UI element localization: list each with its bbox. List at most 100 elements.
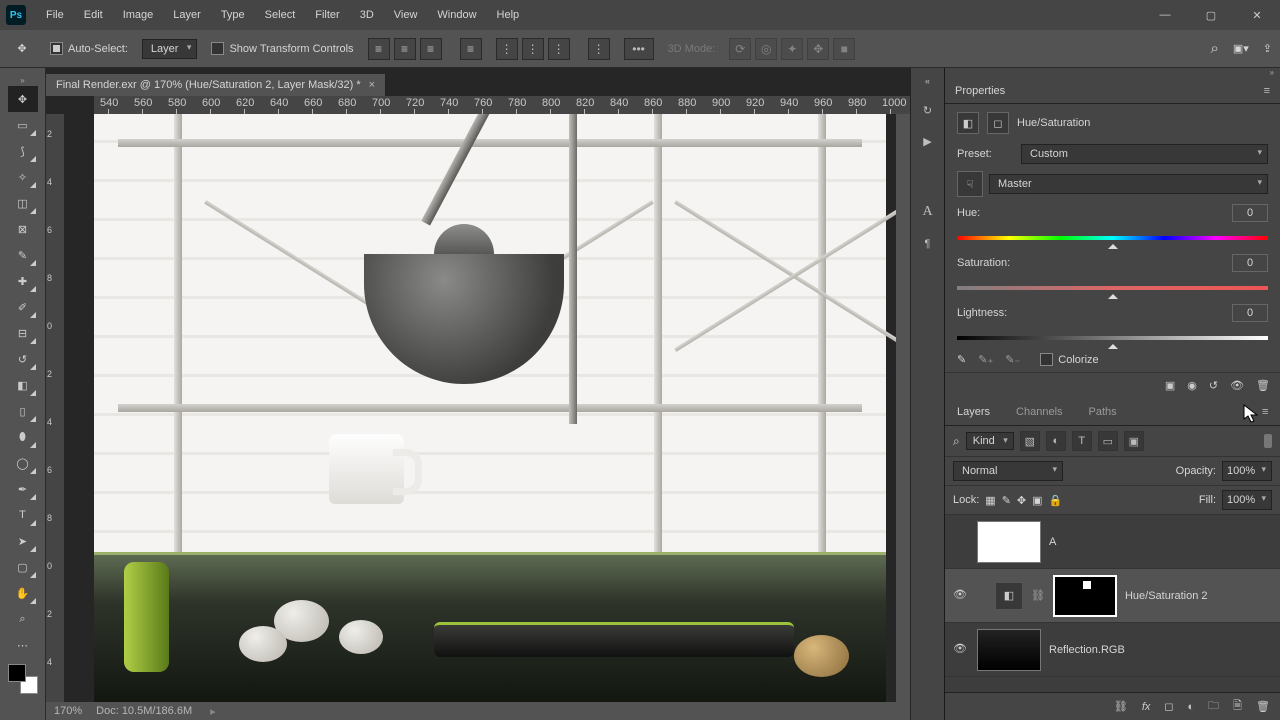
info-chevron-icon[interactable]: ▸ — [210, 705, 216, 718]
channel-dropdown[interactable]: Master — [989, 174, 1268, 194]
eyedropper-sub-icon[interactable]: ✎₋ — [1005, 353, 1020, 366]
menu-file[interactable]: File — [36, 5, 74, 25]
clip-to-layer-icon[interactable]: ▣ — [1165, 379, 1175, 392]
filter-pixel-icon[interactable]: ▧ — [1020, 431, 1040, 451]
layer-name[interactable]: A — [1049, 536, 1056, 548]
layer-row[interactable]: 👁 Reflection.RGB — [945, 623, 1280, 677]
tool-eyedropper[interactable]: ✎ — [8, 242, 38, 268]
colorize-checkbox[interactable]: Colorize — [1040, 353, 1098, 366]
history-panel-icon[interactable]: ↻ — [923, 104, 932, 117]
menu-select[interactable]: Select — [255, 5, 306, 25]
saturation-value[interactable]: 0 — [1232, 254, 1268, 272]
new-group-icon[interactable]: 🗀 — [1208, 697, 1219, 716]
paragraph-panel-icon[interactable]: ¶ — [925, 238, 931, 250]
eyedropper-icon[interactable]: ✎ — [957, 353, 966, 366]
tool-stamp[interactable]: ⊟ — [8, 320, 38, 346]
zoom-readout[interactable]: 170% — [54, 705, 82, 717]
share-icon[interactable]: ⇪ — [1263, 42, 1272, 55]
targeted-adjust-icon[interactable]: ☟ — [957, 171, 983, 197]
character-panel-icon[interactable]: A — [922, 204, 932, 220]
lightness-slider[interactable] — [957, 329, 1268, 347]
layer-row[interactable]: 👁 ◧ ⛓ Hue/Saturation 2 — [945, 569, 1280, 623]
tab-channels[interactable]: Channels — [1004, 400, 1074, 424]
tool-history-brush[interactable]: ↺ — [8, 346, 38, 372]
visibility-icon[interactable]: 👁 — [953, 588, 969, 604]
filter-type-icon[interactable]: T — [1072, 431, 1092, 451]
lightness-value[interactable]: 0 — [1232, 304, 1268, 322]
tool-spot-heal[interactable]: ✚ — [8, 268, 38, 294]
filter-kind-dropdown[interactable]: Kind — [966, 432, 1014, 450]
lock-position-icon[interactable]: ✥ — [1017, 494, 1026, 507]
reset-icon[interactable]: ↺ — [1209, 379, 1218, 392]
window-close-button[interactable]: ✕ — [1234, 0, 1280, 30]
filter-adjust-icon[interactable]: ◐ — [1046, 431, 1066, 451]
lock-pixels-icon[interactable]: ▦ — [985, 494, 995, 507]
visibility-icon[interactable] — [953, 534, 969, 550]
color-swatches[interactable] — [8, 664, 38, 694]
properties-menu-icon[interactable]: ≡ — [1264, 85, 1270, 97]
align-center-h-icon[interactable]: ≡ — [394, 38, 416, 60]
delete-adjustment-icon[interactable]: 🗑 — [1256, 379, 1270, 392]
tool-brush[interactable]: ✐ — [8, 294, 38, 320]
hue-slider[interactable] — [957, 229, 1268, 247]
menu-3d[interactable]: 3D — [350, 5, 384, 25]
distribute-top-icon[interactable]: ⋮ — [496, 38, 518, 60]
saturation-slider[interactable] — [957, 279, 1268, 297]
filter-shape-icon[interactable]: ▭ — [1098, 431, 1118, 451]
menu-edit[interactable]: Edit — [74, 5, 113, 25]
docsize-readout[interactable]: Doc: 10.5M/186.6M — [96, 705, 192, 717]
new-layer-icon[interactable]: 🗎 — [1233, 697, 1242, 716]
lock-artboard-icon[interactable]: ▣ — [1032, 494, 1042, 507]
layer-thumbnail[interactable] — [977, 629, 1041, 671]
tool-more[interactable]: ⋯ — [8, 632, 38, 658]
add-mask-icon[interactable]: ◻ — [1164, 700, 1173, 713]
adjustment-thumbnail[interactable]: ◧ — [995, 582, 1023, 610]
toolbox-expand-icon[interactable]: » — [0, 76, 45, 86]
tab-layers[interactable]: Layers — [945, 400, 1002, 424]
menu-window[interactable]: Window — [427, 5, 486, 25]
blend-mode-dropdown[interactable]: Normal — [953, 461, 1063, 481]
active-tool-icon[interactable]: ✥ — [8, 35, 36, 63]
toggle-visibility-icon[interactable]: 👁 — [1230, 379, 1244, 392]
search-icon[interactable]: ⌕ — [1210, 40, 1218, 57]
tool-lasso[interactable]: ⟆ — [8, 138, 38, 164]
distribute-v-icon[interactable]: ⋮ — [588, 38, 610, 60]
tool-rect-marquee[interactable]: ▭ — [8, 112, 38, 138]
menu-filter[interactable]: Filter — [305, 5, 349, 25]
opacity-value[interactable]: 100% — [1222, 461, 1272, 481]
delete-layer-icon[interactable]: 🗑 — [1256, 700, 1270, 713]
tool-path-sel[interactable]: ➤ — [8, 528, 38, 554]
tool-dodge[interactable]: ◯ — [8, 450, 38, 476]
tool-rectangle[interactable]: ▢ — [8, 554, 38, 580]
show-transform-checkbox[interactable]: Show Transform Controls — [211, 42, 353, 55]
menu-help[interactable]: Help — [487, 5, 530, 25]
menu-image[interactable]: Image — [113, 5, 164, 25]
eyedropper-add-icon[interactable]: ✎₊ — [978, 353, 993, 366]
preset-dropdown[interactable]: Custom — [1021, 144, 1268, 164]
fill-value[interactable]: 100% — [1222, 490, 1272, 510]
layer-mask-icon[interactable]: ◻ — [987, 112, 1009, 134]
collapse-left-icon[interactable]: « — [925, 76, 930, 86]
filter-smart-icon[interactable]: ▣ — [1124, 431, 1144, 451]
align-more-icon[interactable]: ••• — [624, 38, 654, 60]
vertical-scrollbar[interactable] — [896, 114, 910, 702]
panels-collapse-icon[interactable]: » — [945, 68, 1280, 78]
properties-panel-tab[interactable]: Properties≡ — [945, 78, 1280, 104]
tool-zoom[interactable]: ⌕ — [8, 606, 38, 632]
layers-menu-icon[interactable]: ≡ — [1250, 400, 1274, 424]
menu-view[interactable]: View — [384, 5, 428, 25]
link-icon[interactable]: ⛓ — [1031, 589, 1045, 602]
lock-paint-icon[interactable]: ✎ — [1002, 494, 1011, 507]
new-adjustment-icon[interactable]: ◐ — [1188, 701, 1195, 713]
layer-fx-icon[interactable]: fx — [1142, 701, 1151, 713]
tool-magic-wand[interactable]: ✧ — [8, 164, 38, 190]
close-tab-icon[interactable]: × — [369, 79, 375, 91]
visibility-icon[interactable]: 👁 — [953, 642, 969, 658]
distribute-bottom-icon[interactable]: ⋮ — [548, 38, 570, 60]
canvas[interactable] — [64, 114, 896, 702]
screen-mode-icon[interactable]: ▣▾ — [1233, 42, 1249, 55]
window-minimize-button[interactable]: — — [1142, 0, 1188, 30]
ruler-horizontal[interactable]: 5405605806006206406606807007207407607808… — [94, 96, 910, 114]
document-tab[interactable]: Final Render.exr @ 170% (Hue/Saturation … — [46, 74, 386, 96]
view-previous-icon[interactable]: ◉ — [1187, 379, 1197, 392]
